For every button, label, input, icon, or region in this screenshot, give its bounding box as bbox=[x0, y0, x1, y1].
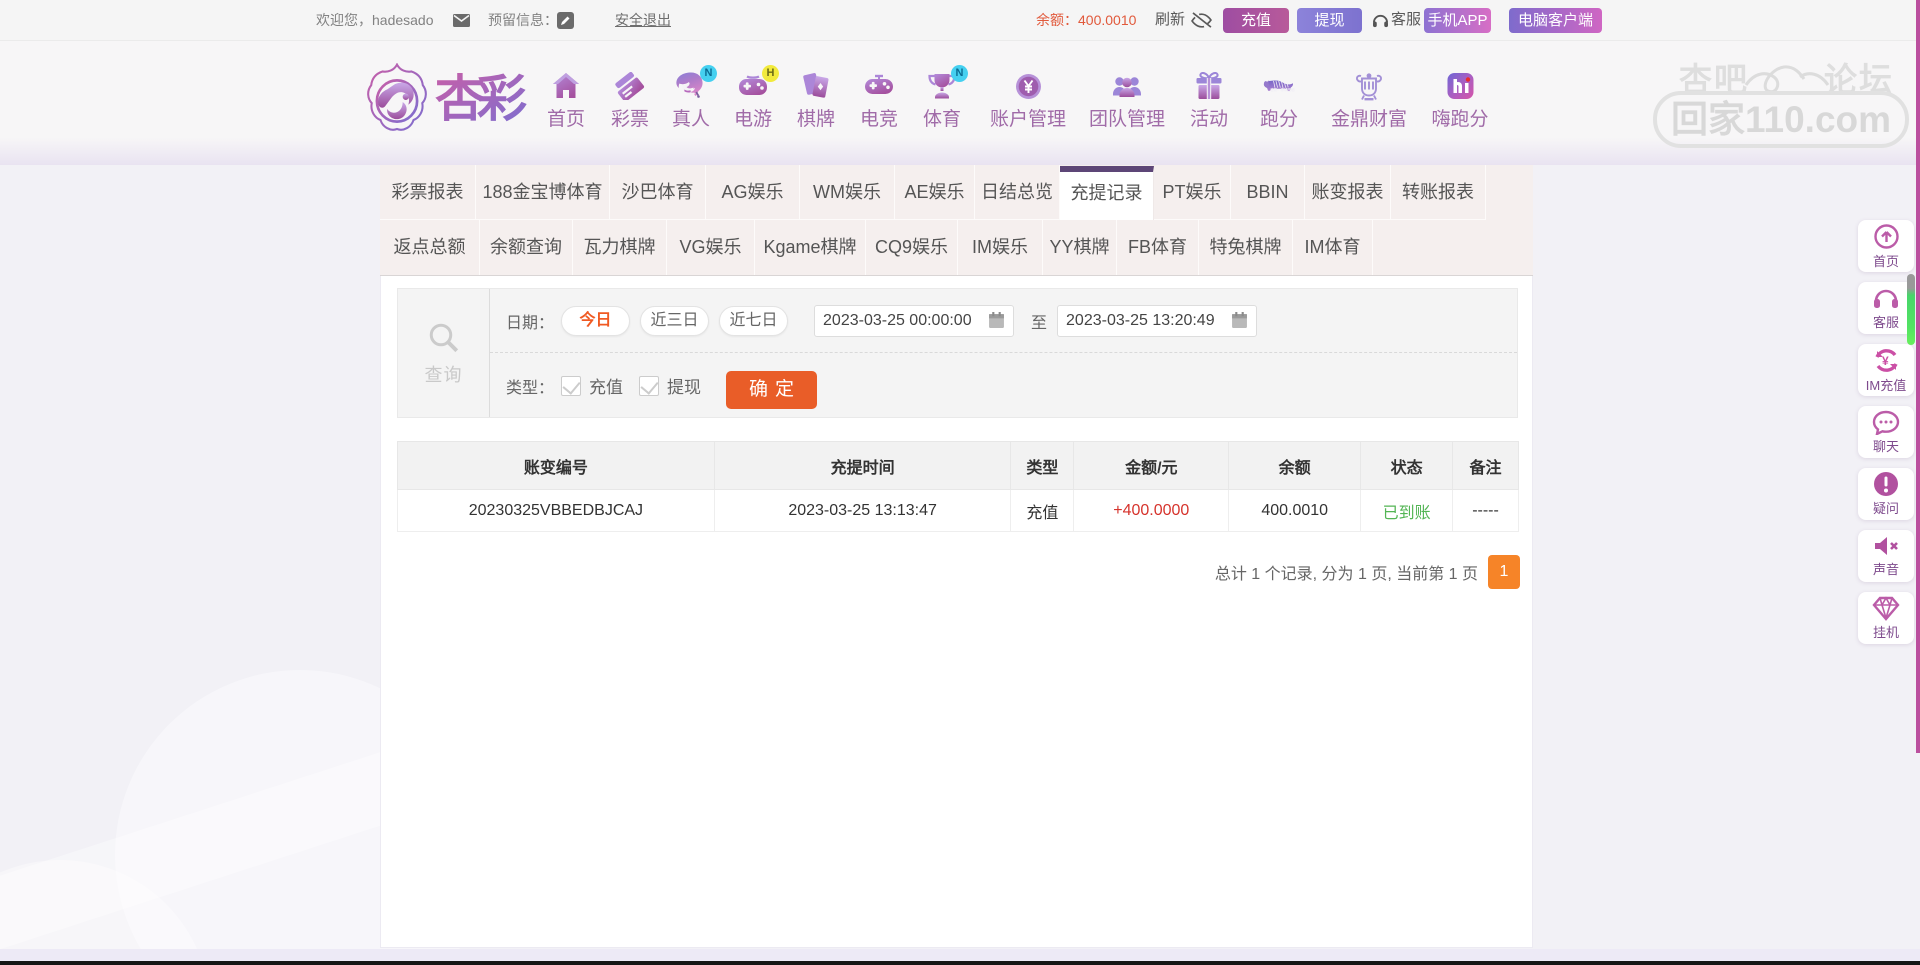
svg-text:杏彩．棒球王秘書: 杏彩．棒球王秘書 bbox=[1269, 87, 1295, 92]
svg-text:¥: ¥ bbox=[1882, 354, 1889, 368]
svg-text:杏彩: 杏彩 bbox=[435, 71, 527, 127]
